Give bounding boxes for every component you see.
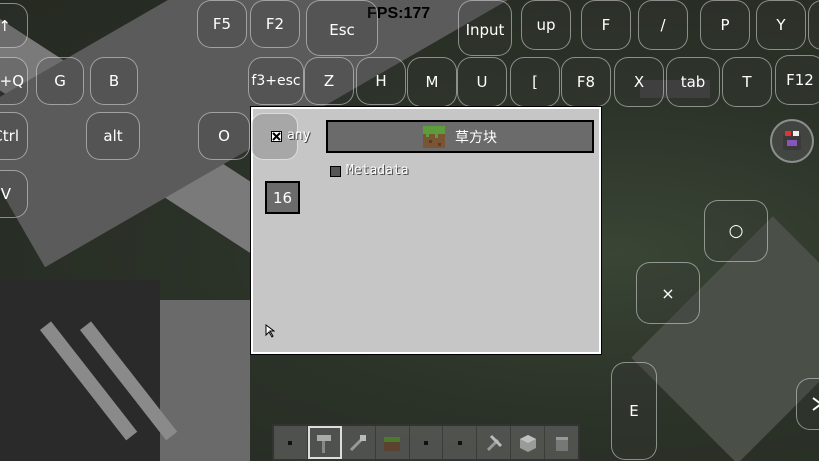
t-key[interactable]: T	[722, 57, 772, 107]
hotbar-slot-3[interactable]	[342, 426, 376, 459]
player-avatar-button[interactable]	[770, 119, 814, 163]
alt-key[interactable]: alt	[86, 112, 140, 160]
hotbar-slot-1[interactable]	[274, 426, 308, 459]
block-name: 草方块	[455, 129, 497, 146]
x-key[interactable]: X	[614, 57, 664, 107]
f12-key[interactable]: F12	[775, 55, 819, 105]
z-key[interactable]: Z	[304, 57, 354, 105]
tab-key[interactable]: tab	[666, 57, 720, 107]
slab-icon	[555, 436, 568, 451]
g-key[interactable]: G	[36, 57, 84, 105]
hotbar-slot-4[interactable]	[376, 426, 410, 459]
x-mark-icon	[272, 132, 281, 141]
item-filter-dialog: any 草方块 Metadata 16	[250, 106, 602, 355]
m-key[interactable]: M	[407, 57, 457, 107]
metadata-label: Metadata	[346, 163, 409, 178]
chevron-right-icon	[812, 397, 819, 411]
right-arrow-key[interactable]	[796, 378, 819, 430]
v-key[interactable]: V	[0, 170, 28, 218]
hotbar-slot-8[interactable]	[511, 426, 546, 459]
input-key[interactable]: Input	[458, 0, 512, 56]
grass-block-icon	[423, 125, 445, 148]
hotbar-slot-2[interactable]	[307, 426, 342, 459]
cross-key[interactable]: ×	[636, 262, 700, 324]
f-key[interactable]: F	[581, 0, 631, 50]
hotbar	[272, 424, 580, 461]
hotbar-slot-7[interactable]	[477, 426, 512, 459]
o-key[interactable]: O	[198, 112, 250, 160]
cursor-icon	[265, 324, 275, 338]
f8-key[interactable]: F8	[561, 57, 611, 107]
bracket-key[interactable]: [	[510, 57, 560, 107]
metadata-checkbox[interactable]	[330, 166, 341, 177]
extra-key-right[interactable]	[808, 0, 819, 50]
shift-q-key[interactable]: 3+Q	[0, 57, 28, 105]
ctrl-key[interactable]: Ctrl	[0, 112, 28, 160]
f5-key[interactable]: F5	[197, 0, 247, 48]
y-key[interactable]: Y	[756, 0, 806, 50]
pickaxe-icon	[486, 434, 502, 451]
f2-key[interactable]: F2	[250, 0, 300, 48]
grass-item-icon	[384, 436, 401, 451]
up-key[interactable]: up	[521, 0, 571, 50]
crafting-icon	[783, 131, 801, 150]
any-checkbox[interactable]	[271, 131, 282, 142]
block-select-button[interactable]: 草方块	[326, 120, 594, 153]
hotbar-slot-5[interactable]	[410, 426, 444, 459]
esc-key[interactable]: Esc	[306, 0, 378, 56]
f3-esc-key[interactable]: f3+esc	[248, 57, 304, 105]
p-key[interactable]: P	[700, 0, 750, 50]
stone-block-icon	[519, 434, 536, 452]
u-key[interactable]: U	[457, 57, 507, 107]
circle-key[interactable]: ○	[704, 200, 768, 262]
count-field[interactable]: 16	[265, 181, 300, 214]
any-label: any	[287, 128, 311, 143]
slash-key[interactable]: /	[638, 0, 688, 50]
up-arrow-key[interactable]: ↑	[0, 3, 28, 48]
e-key[interactable]: E	[611, 362, 657, 460]
hammer-icon	[317, 434, 332, 453]
hotbar-slot-6[interactable]	[443, 426, 478, 459]
h-key[interactable]: H	[356, 57, 406, 105]
hotbar-slot-9[interactable]	[545, 426, 578, 459]
b-key[interactable]: B	[90, 57, 138, 105]
axe-icon	[350, 434, 367, 451]
